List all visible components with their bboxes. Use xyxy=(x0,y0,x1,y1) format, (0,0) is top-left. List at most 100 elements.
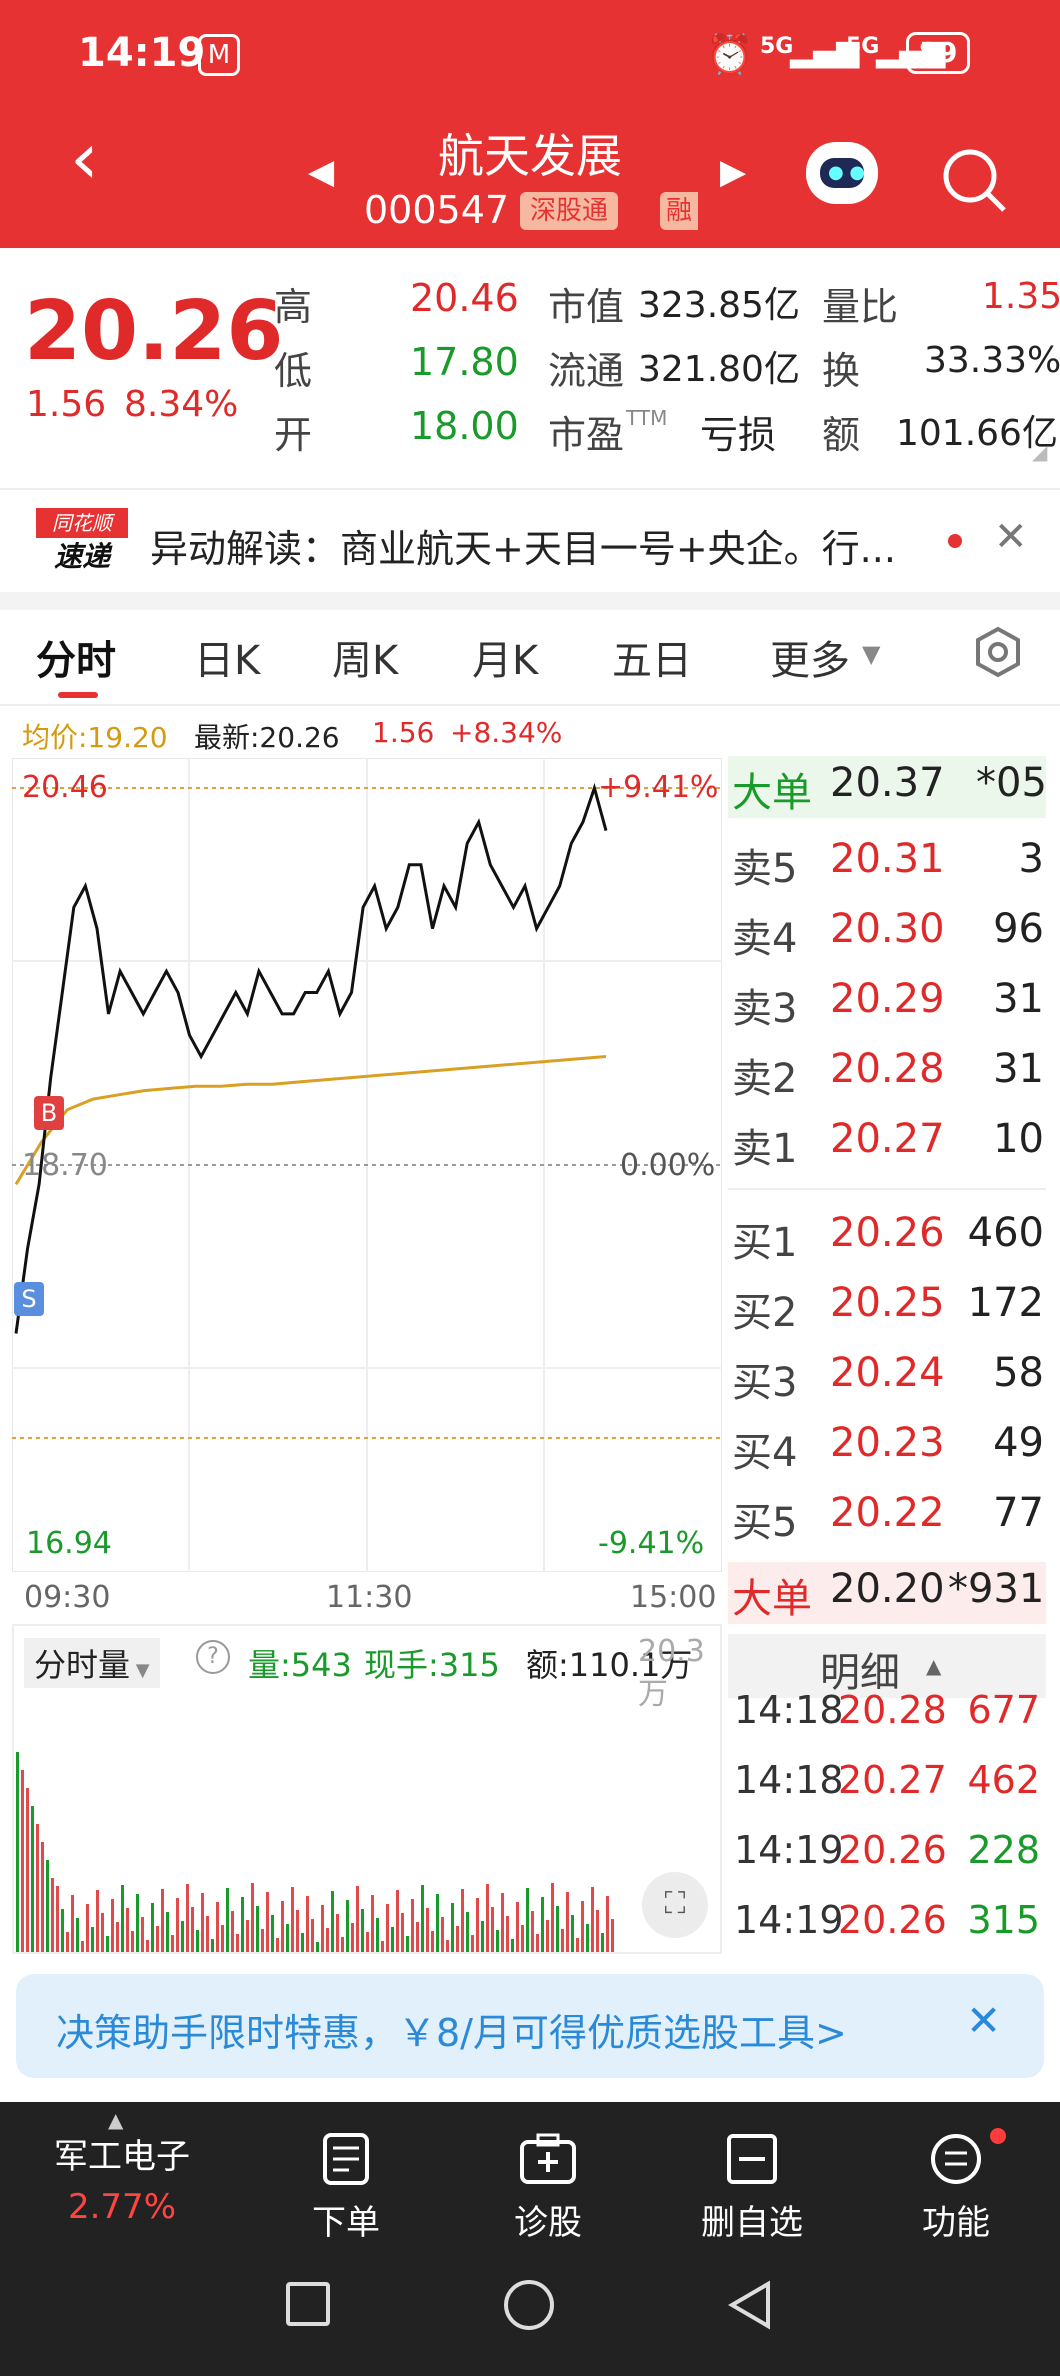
volume-bar xyxy=(336,1914,339,1952)
amount-label: 额 xyxy=(822,413,861,457)
news-banner[interactable]: 同花顺 速递 异动解读：商业航天+天目一号+央企。行... ✕ xyxy=(0,488,1060,592)
bid-level-vol: 49 xyxy=(993,1420,1044,1466)
tab-daily-k[interactable]: 日K xyxy=(194,628,260,686)
vol-selector[interactable]: 分时量 ▼ xyxy=(24,1638,160,1688)
recents-icon[interactable] xyxy=(286,2282,330,2326)
volume-bar xyxy=(446,1940,449,1952)
promo-text: 决策助手限时特惠，￥8/月可得优质选股工具> xyxy=(56,2011,847,2055)
volume-bar xyxy=(476,1898,479,1952)
ask-level-label: 卖5 xyxy=(732,846,798,892)
volume-bar xyxy=(171,1935,174,1952)
home-icon[interactable] xyxy=(504,2280,554,2330)
volume-bar xyxy=(546,1920,549,1952)
settings-icon[interactable] xyxy=(972,626,1024,678)
big-order-bottom-price: 20.20 xyxy=(830,1566,945,1612)
volume-bar xyxy=(356,1886,359,1952)
bid-level-vol: 77 xyxy=(993,1490,1044,1536)
volume-bar xyxy=(16,1752,19,1952)
volume-bar xyxy=(501,1893,504,1952)
stock-code: 000547 xyxy=(364,188,510,232)
promo-banner[interactable]: 决策助手限时特惠，￥8/月可得优质选股工具> ✕ xyxy=(16,1974,1044,2078)
tab-more[interactable]: 更多 xyxy=(770,628,850,686)
ask-level-label: 卖1 xyxy=(732,1126,798,1172)
order-button[interactable]: 下单 xyxy=(266,2132,426,2244)
volume-bar xyxy=(316,1942,319,1952)
volume-bar xyxy=(391,1927,394,1952)
volume-bar xyxy=(116,1922,119,1952)
vol-max-label: 20.3万 xyxy=(638,1634,705,1712)
sector-button[interactable]: 军工电子 2.77% xyxy=(42,2132,202,2232)
back-nav-icon[interactable] xyxy=(726,2280,774,2330)
volume-bar xyxy=(541,1897,544,1952)
volume-bar xyxy=(491,1907,494,1952)
tick-vol: 677 xyxy=(967,1688,1040,1732)
volume-bar xyxy=(386,1904,389,1952)
bid-level-label: 买5 xyxy=(732,1500,798,1546)
expand-icon[interactable]: ◢ xyxy=(1032,440,1047,464)
logo-bottom: 速递 xyxy=(53,540,110,573)
volume-bar xyxy=(451,1903,454,1952)
next-stock-icon[interactable]: ▶ xyxy=(720,152,746,192)
function-button[interactable]: 功能 xyxy=(876,2132,1036,2244)
chart-high-pct: +9.41% xyxy=(598,770,719,805)
avg-price: 均价:19.20 xyxy=(22,721,168,754)
float-value: 321.80亿 xyxy=(638,349,800,390)
volume-bar xyxy=(306,1896,309,1952)
help-icon[interactable]: ? xyxy=(196,1640,230,1674)
logo-top: 同花顺 xyxy=(36,508,128,538)
volume-bar xyxy=(411,1899,414,1952)
tab-timeshare[interactable]: 分时 xyxy=(36,628,116,686)
volume-bar xyxy=(436,1894,439,1952)
news-text[interactable]: 异动解读：商业航天+天目一号+央企。行... xyxy=(150,518,940,573)
order-form-icon xyxy=(323,2133,369,2185)
volume-bar xyxy=(61,1909,64,1952)
vol-value: 量:543 xyxy=(248,1646,352,1684)
search-icon[interactable] xyxy=(940,146,1010,216)
big-order-top-label: 大单 xyxy=(732,770,812,816)
ths-logo: 同花顺 速递 xyxy=(36,508,128,578)
big-order-bottom-label: 大单 xyxy=(732,1576,812,1622)
caret-up-icon: ▲ xyxy=(108,2108,124,2132)
volume-bar xyxy=(181,1921,184,1952)
prev-stock-icon[interactable]: ◀ xyxy=(308,152,334,192)
remove-watchlist-button[interactable]: 删自选 xyxy=(672,2132,832,2244)
back-icon[interactable]: ‹ xyxy=(70,122,99,194)
signal-5g-2: 5G xyxy=(846,34,880,59)
volume-bar xyxy=(611,1919,614,1952)
volume-bar xyxy=(201,1893,204,1952)
intraday-chart[interactable] xyxy=(12,758,722,1572)
diagnose-button[interactable]: 诊股 xyxy=(468,2132,628,2244)
volume-bar xyxy=(576,1938,579,1952)
volume-bar xyxy=(256,1906,259,1952)
volume-bar xyxy=(281,1901,284,1952)
volume-panel: 分时量 ▼ ? 量:543 现手:315 额:110.1万 20.3万 ⛶ xyxy=(12,1624,722,1954)
last-price: 20.26 xyxy=(24,284,284,379)
chevron-down-icon: ▼ xyxy=(862,640,881,668)
china-merchants-icon: M xyxy=(198,34,240,76)
volume-bar xyxy=(606,1896,609,1952)
tab-monthly-k[interactable]: 月K xyxy=(472,628,538,686)
big-order-bottom-vol: *931 xyxy=(948,1566,1045,1612)
buy-marker[interactable]: B xyxy=(34,1096,64,1130)
function-label: 功能 xyxy=(922,2203,990,2243)
bid-level-label: 买1 xyxy=(732,1220,798,1266)
volume-bar xyxy=(151,1903,154,1952)
volume-bar xyxy=(496,1930,499,1952)
close-news-icon[interactable]: ✕ xyxy=(994,514,1028,560)
fullscreen-icon[interactable]: ⛶ xyxy=(642,1872,708,1938)
volume-bar xyxy=(396,1890,399,1952)
remove-label: 删自选 xyxy=(701,2203,803,2243)
volume-bar xyxy=(566,1892,569,1952)
tab-weekly-k[interactable]: 周K xyxy=(332,628,398,686)
chart-low-pct: -9.41% xyxy=(598,1526,705,1561)
volume-bar xyxy=(461,1889,464,1952)
sector-name: 军工电子 xyxy=(54,2137,190,2177)
sell-marker[interactable]: S xyxy=(14,1282,44,1316)
bid-level-price: 20.26 xyxy=(830,1210,945,1256)
diagnose-icon xyxy=(520,2133,576,2184)
close-promo-icon[interactable]: ✕ xyxy=(966,1996,1001,2045)
tab-five-day[interactable]: 五日 xyxy=(612,628,692,686)
volume-bar xyxy=(91,1927,94,1952)
volume-bar xyxy=(286,1924,289,1952)
volume-bar xyxy=(211,1939,214,1952)
